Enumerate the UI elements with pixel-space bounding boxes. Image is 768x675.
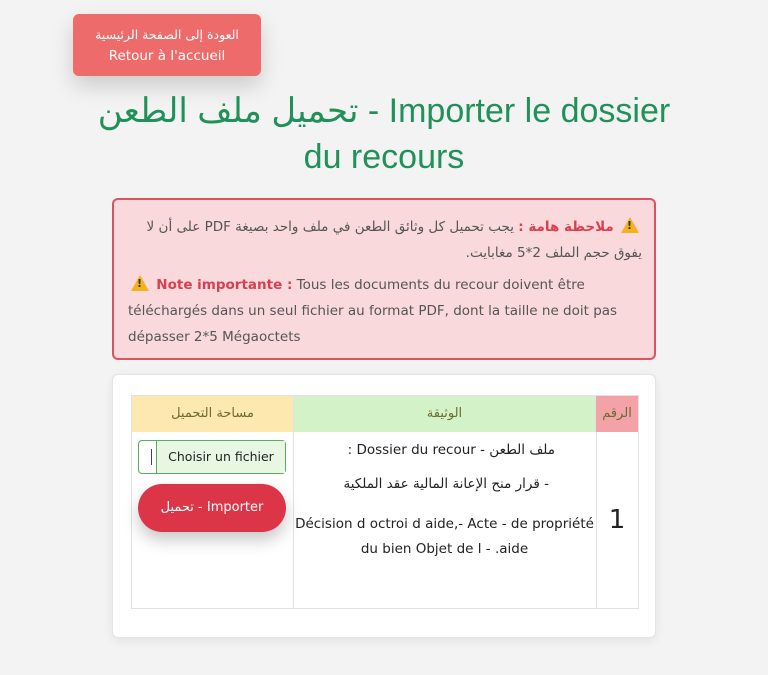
document-line-1: ملف الطعن - Dossier du recour : [347, 442, 555, 458]
warning-icon [131, 275, 149, 291]
header-document: الوثيقة [293, 396, 596, 432]
upload-card: مساحة التحميل الوثيقة الرقم Choisir un f… [112, 374, 656, 638]
row-number: 1 [608, 505, 626, 535]
document-line-2: - قرار منح الإعانة المالية عقد الملكية [343, 476, 549, 492]
page-title: تحميل ملف الطعن - Importer le dossier du… [97, 92, 671, 176]
important-note-alert: ملاحظة هامة : يجب تحميل كل وثائق الطعن ف… [112, 198, 656, 360]
documents-table: مساحة التحميل الوثيقة الرقم Choisir un f… [131, 395, 639, 609]
choose-file-button[interactable]: Choisir un fichier [156, 441, 285, 473]
note-heading-fr: Note importante : [156, 277, 293, 293]
back-label-ar: العودة إلى الصفحة الرئيسية [95, 27, 239, 42]
document-french: Décision d octroi d aide,- Acte - de pro… [295, 516, 594, 557]
warning-icon [621, 217, 639, 233]
note-arabic: ملاحظة هامة : يجب تحميل كل وثائق الطعن ف… [128, 214, 642, 266]
back-to-home-button[interactable]: العودة إلى الصفحة الرئيسية Retour à l'ac… [73, 14, 261, 76]
header-upload-area: مساحة التحميل [132, 396, 293, 432]
file-chooser-input[interactable]: Choisir un fichier [138, 440, 286, 474]
back-label-fr: Retour à l'accueil [108, 48, 226, 64]
file-input-cursor [151, 449, 152, 465]
import-button[interactable]: تحميل - Importer [138, 484, 286, 532]
note-heading-ar: ملاحظة هامة : [518, 219, 614, 235]
note-french: Note importante : Tous les documents du … [128, 272, 642, 350]
header-number: الرقم [596, 396, 638, 432]
